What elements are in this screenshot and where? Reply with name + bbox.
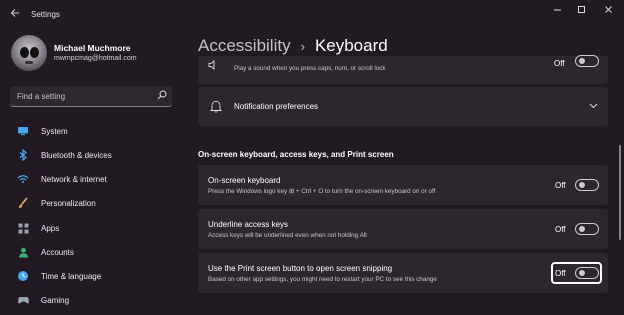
sidebar-item-time-language[interactable]: Time & language [10, 265, 175, 287]
toggle-state-label: Off [555, 225, 566, 234]
toggle-state-label: Off [555, 181, 566, 190]
toggle-knob [579, 226, 585, 232]
sidebar-item-apps[interactable]: Apps [10, 217, 175, 239]
sidebar-item-label: Gaming [41, 295, 70, 305]
scrollbar[interactable] [619, 145, 621, 240]
search-icon[interactable] [157, 90, 167, 100]
maximize-button[interactable] [570, 4, 592, 18]
speaker-icon [208, 60, 215, 70]
underline-access-keys-toggle[interactable] [575, 223, 599, 235]
page-title: Keyboard [314, 36, 388, 55]
sidebar-item-personalization[interactable]: Personalization [10, 192, 175, 214]
setting-description: Play a sound when you press caps, num, o… [234, 65, 386, 72]
breadcrumb: Accessibility › Keyboard [198, 36, 388, 56]
sidebar-item-label: System [41, 126, 68, 136]
notification-preferences-card[interactable]: Notification preferences [198, 87, 608, 126]
user-email: mwmpcmag@hotmail.com [54, 55, 137, 62]
section-header: On-screen keyboard, access keys, and Pri… [198, 150, 394, 159]
focus-ring [551, 262, 602, 284]
avatar-mouth [25, 61, 33, 64]
sidebar-item-label: Time & language [41, 271, 102, 281]
breadcrumb-parent[interactable]: Accessibility [198, 36, 291, 56]
back-arrow-icon [10, 9, 19, 17]
setting-title: On-screen keyboard [208, 176, 281, 185]
title-bar: Settings [0, 0, 624, 32]
minimize-button[interactable] [546, 4, 568, 18]
toggle-knob [579, 182, 585, 188]
sidebar-item-bluetooth[interactable]: Bluetooth & devices [10, 144, 175, 166]
sidebar-item-label: Personalization [41, 198, 96, 208]
toggle-state-label: Off [554, 59, 565, 68]
setting-card-underline-access-keys[interactable]: Underline access keys Access keys will b… [198, 209, 608, 249]
back-button[interactable] [8, 8, 22, 22]
avatar-eye-right [30, 47, 39, 58]
avatar-eye-left [20, 47, 29, 58]
setting-card-partial[interactable]: Play a sound when you press caps, num, o… [198, 55, 608, 84]
sidebar-item-label: Apps [41, 223, 60, 233]
globe-clock-icon [16, 269, 30, 283]
setting-title: Use the Print screen button to open scre… [208, 264, 393, 273]
app-title: Settings [31, 10, 60, 19]
bluetooth-icon [16, 148, 30, 162]
brush-icon [16, 196, 30, 210]
setting-description: Based on other app settings, you might n… [208, 276, 437, 283]
avatar[interactable] [11, 35, 47, 71]
sidebar-item-label: Network & internet [41, 174, 107, 184]
wifi-icon [16, 172, 30, 186]
sidebar-item-system[interactable]: System [10, 120, 175, 142]
setting-description: Press the Windows logo key ⊞ + Ctrl + O … [208, 188, 436, 195]
user-name: Michael Muchmore [54, 43, 131, 53]
search-box[interactable] [10, 86, 172, 107]
gamepad-icon [16, 293, 30, 307]
setting-title: Underline access keys [208, 220, 289, 229]
close-icon [604, 6, 612, 13]
minimize-icon [553, 9, 561, 11]
sidebar-item-label: Accounts [41, 247, 74, 257]
setting-card-on-screen-keyboard[interactable]: On-screen keyboard Press the Windows log… [198, 165, 608, 205]
person-icon [16, 245, 30, 259]
maximize-icon [577, 6, 585, 13]
setting-description: Access keys will be underlined even when… [208, 232, 367, 239]
apps-icon [16, 221, 30, 235]
search-input[interactable] [17, 86, 147, 106]
sidebar-item-network[interactable]: Network & internet [10, 168, 175, 190]
setting-card-print-screen[interactable]: Use the Print screen button to open scre… [198, 253, 608, 293]
on-screen-keyboard-toggle[interactable] [575, 179, 599, 191]
sidebar-item-label: Bluetooth & devices [41, 150, 112, 160]
bell-icon [210, 100, 222, 113]
breadcrumb-separator: › [300, 38, 305, 54]
close-button[interactable] [597, 4, 619, 18]
setting-title: Notification preferences [234, 102, 319, 111]
chevron-down-icon[interactable] [589, 103, 598, 109]
toggle-knob [579, 58, 585, 64]
sidebar-item-gaming[interactable]: Gaming [10, 289, 175, 311]
sidebar-item-accounts[interactable]: Accounts [10, 241, 175, 263]
toggle-switch[interactable] [575, 55, 599, 67]
monitor-icon [16, 124, 30, 138]
